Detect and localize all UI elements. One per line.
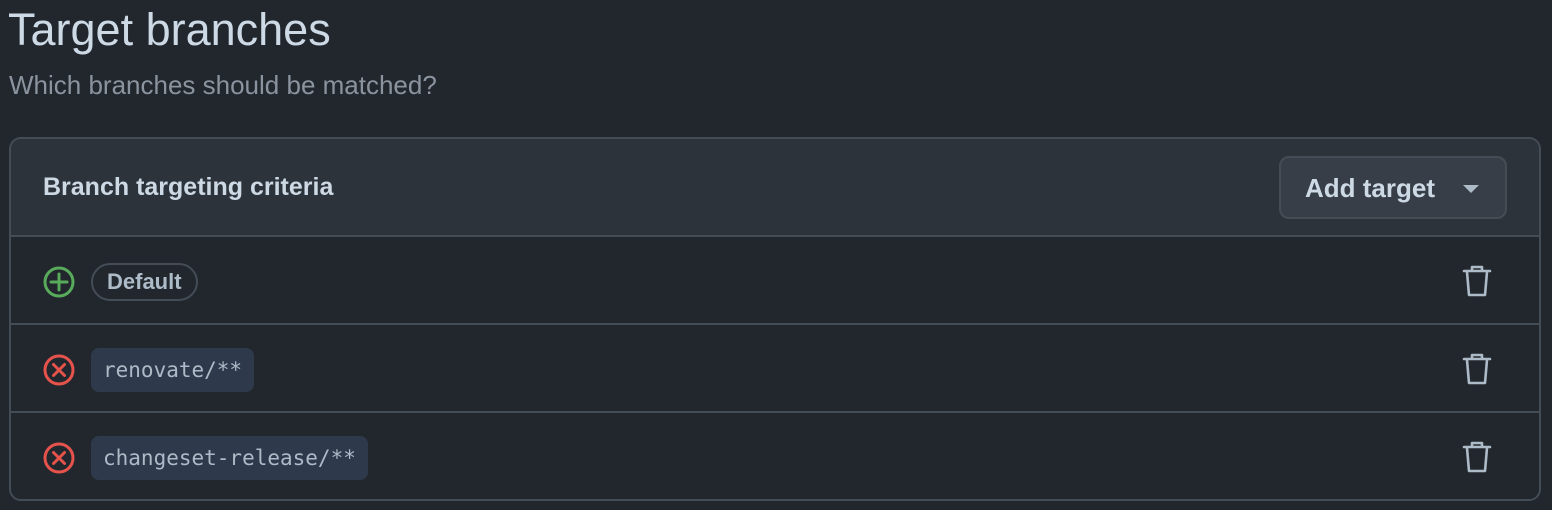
trash-icon[interactable]	[1460, 352, 1494, 386]
target-row: Default	[11, 237, 1539, 325]
target-row: changeset-release/**	[11, 413, 1539, 499]
target-label-default: Default	[91, 263, 198, 301]
x-circle-icon	[43, 442, 75, 474]
panel-title: Branch targeting criteria	[43, 173, 334, 201]
target-branches-page: Target branches Which branches should be…	[0, 0, 1552, 510]
trash-icon[interactable]	[1460, 264, 1494, 298]
trash-icon[interactable]	[1460, 440, 1494, 474]
target-label-pattern: renovate/**	[91, 348, 255, 392]
chevron-down-icon	[1463, 185, 1479, 193]
target-row: renovate/**	[11, 325, 1539, 413]
panel-header: Branch targeting criteria Add target	[11, 139, 1539, 237]
x-circle-icon	[43, 354, 75, 386]
plus-circle-icon	[43, 266, 75, 298]
add-target-label: Add target	[1305, 173, 1435, 203]
page-subtitle: Which branches should be matched?	[9, 70, 437, 100]
page-title: Target branches	[8, 4, 331, 55]
target-label-pattern: changeset-release/**	[91, 436, 368, 480]
add-target-button[interactable]: Add target	[1279, 156, 1507, 219]
branch-targeting-panel: Branch targeting criteria Add target Def…	[9, 137, 1541, 501]
